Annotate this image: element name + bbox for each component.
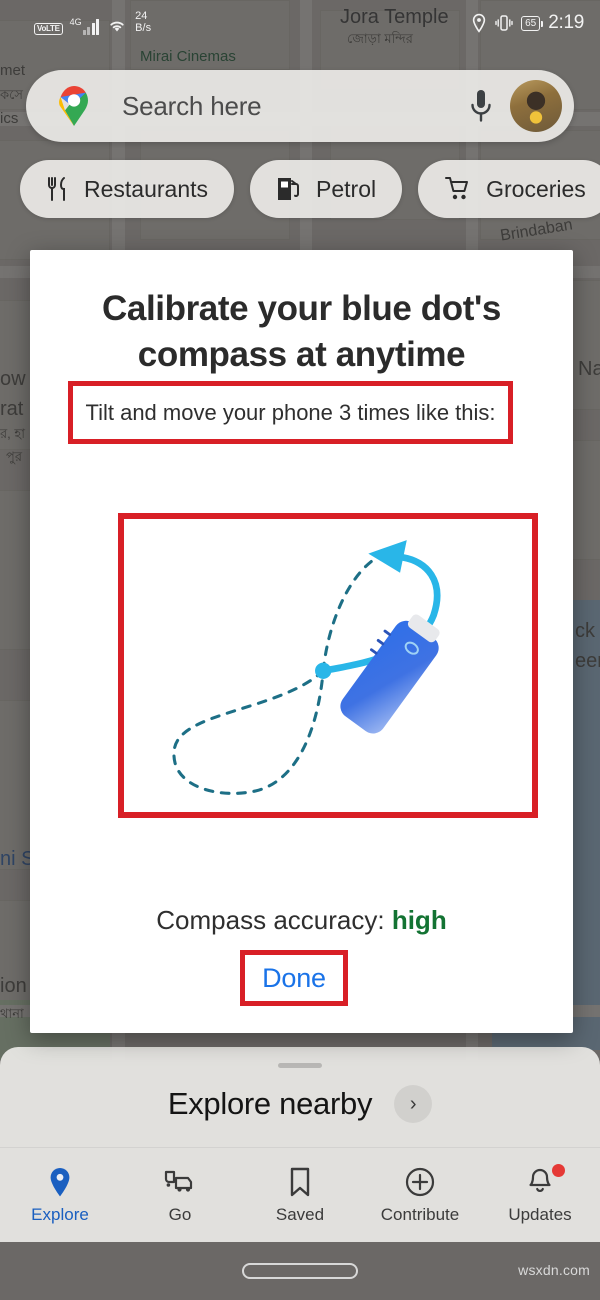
network-type-label: 4G	[69, 16, 82, 27]
bookmark-icon	[290, 1167, 310, 1196]
category-chips: Restaurants Petrol Groceries	[20, 160, 600, 218]
data-rate-unit: B/s	[135, 22, 152, 34]
nav-item-updates[interactable]: Updates	[480, 1148, 600, 1242]
plus-circle-icon	[405, 1167, 435, 1196]
dialog-title: Calibrate your blue dot's compass at any…	[102, 289, 501, 375]
cellular-signal-icon: 4G	[69, 16, 100, 35]
chip-petrol[interactable]: Petrol	[250, 160, 403, 218]
compass-calibration-dialog: Calibrate your blue dot's compass at any…	[30, 250, 573, 1033]
bottom-navigation: Explore Go Saved Contribute Updates	[0, 1147, 600, 1242]
updates-badge	[552, 1164, 565, 1177]
google-maps-pin-icon	[59, 86, 88, 126]
vibrate-icon	[495, 15, 513, 31]
chip-restaurants[interactable]: Restaurants	[20, 160, 235, 218]
chip-label: Groceries	[486, 175, 586, 202]
dialog-subtitle: Tilt and move your phone 3 times like th…	[85, 399, 496, 425]
explore-nearby-label: Explore nearby	[167, 1086, 373, 1121]
nav-label: Explore	[31, 1204, 89, 1224]
nav-label: Go	[168, 1204, 192, 1224]
shopping-cart-icon	[445, 177, 469, 200]
search-input[interactable]: Search here	[122, 91, 466, 122]
location-pin-icon	[50, 1167, 70, 1196]
battery-icon: 65	[521, 15, 544, 31]
watermark: wsxdn.com	[518, 1262, 590, 1278]
compass-accuracy-line: Compass accuracy: high	[30, 905, 573, 936]
done-annotation-box: Done	[240, 950, 348, 1006]
done-button[interactable]: Done	[262, 963, 326, 994]
avatar[interactable]	[510, 80, 562, 132]
commute-icon	[164, 1170, 193, 1192]
home-gesture-bar[interactable]	[242, 1263, 358, 1279]
accuracy-label: Compass accuracy:	[156, 905, 385, 935]
volte-badge: VoLTE	[34, 22, 63, 35]
explore-nearby-sheet[interactable]: Explore nearby ›	[0, 1047, 600, 1147]
nav-item-contribute[interactable]: Contribute	[360, 1148, 480, 1242]
nav-label: Saved	[275, 1204, 325, 1224]
nav-item-explore[interactable]: Explore	[0, 1148, 120, 1242]
wifi-icon	[110, 21, 124, 32]
chevron-right-icon[interactable]: ›	[394, 1085, 433, 1123]
status-bar: VoLTE 4G 24 B/s 65 2:19	[0, 0, 600, 46]
nav-item-saved[interactable]: Saved	[240, 1148, 360, 1242]
calibration-animation-annotation-box	[118, 513, 538, 818]
data-rate-value: 24	[135, 10, 148, 23]
chip-label: Petrol	[316, 175, 377, 202]
gesture-nav-area	[0, 1242, 600, 1300]
microphone-icon[interactable]	[466, 84, 496, 128]
figure-eight-phone-calibration-illustration	[172, 540, 441, 795]
search-bar[interactable]: Search here	[26, 70, 574, 142]
sheet-drag-handle[interactable]	[278, 1063, 322, 1068]
subtitle-annotation-box: Tilt and move your phone 3 times like th…	[68, 381, 513, 444]
chip-label: Restaurants	[84, 175, 209, 202]
fuel-pump-icon	[278, 178, 300, 200]
restaurant-icon	[48, 177, 65, 201]
data-rate: 24 B/s	[135, 11, 151, 34]
nav-label: Updates	[508, 1204, 572, 1224]
accuracy-value: high	[391, 905, 447, 935]
chip-groceries[interactable]: Groceries	[418, 160, 600, 218]
location-pin-icon	[472, 13, 486, 33]
nav-item-go[interactable]: Go	[120, 1148, 240, 1242]
status-time: 2:19	[548, 12, 584, 33]
nav-label: Contribute	[380, 1204, 460, 1224]
